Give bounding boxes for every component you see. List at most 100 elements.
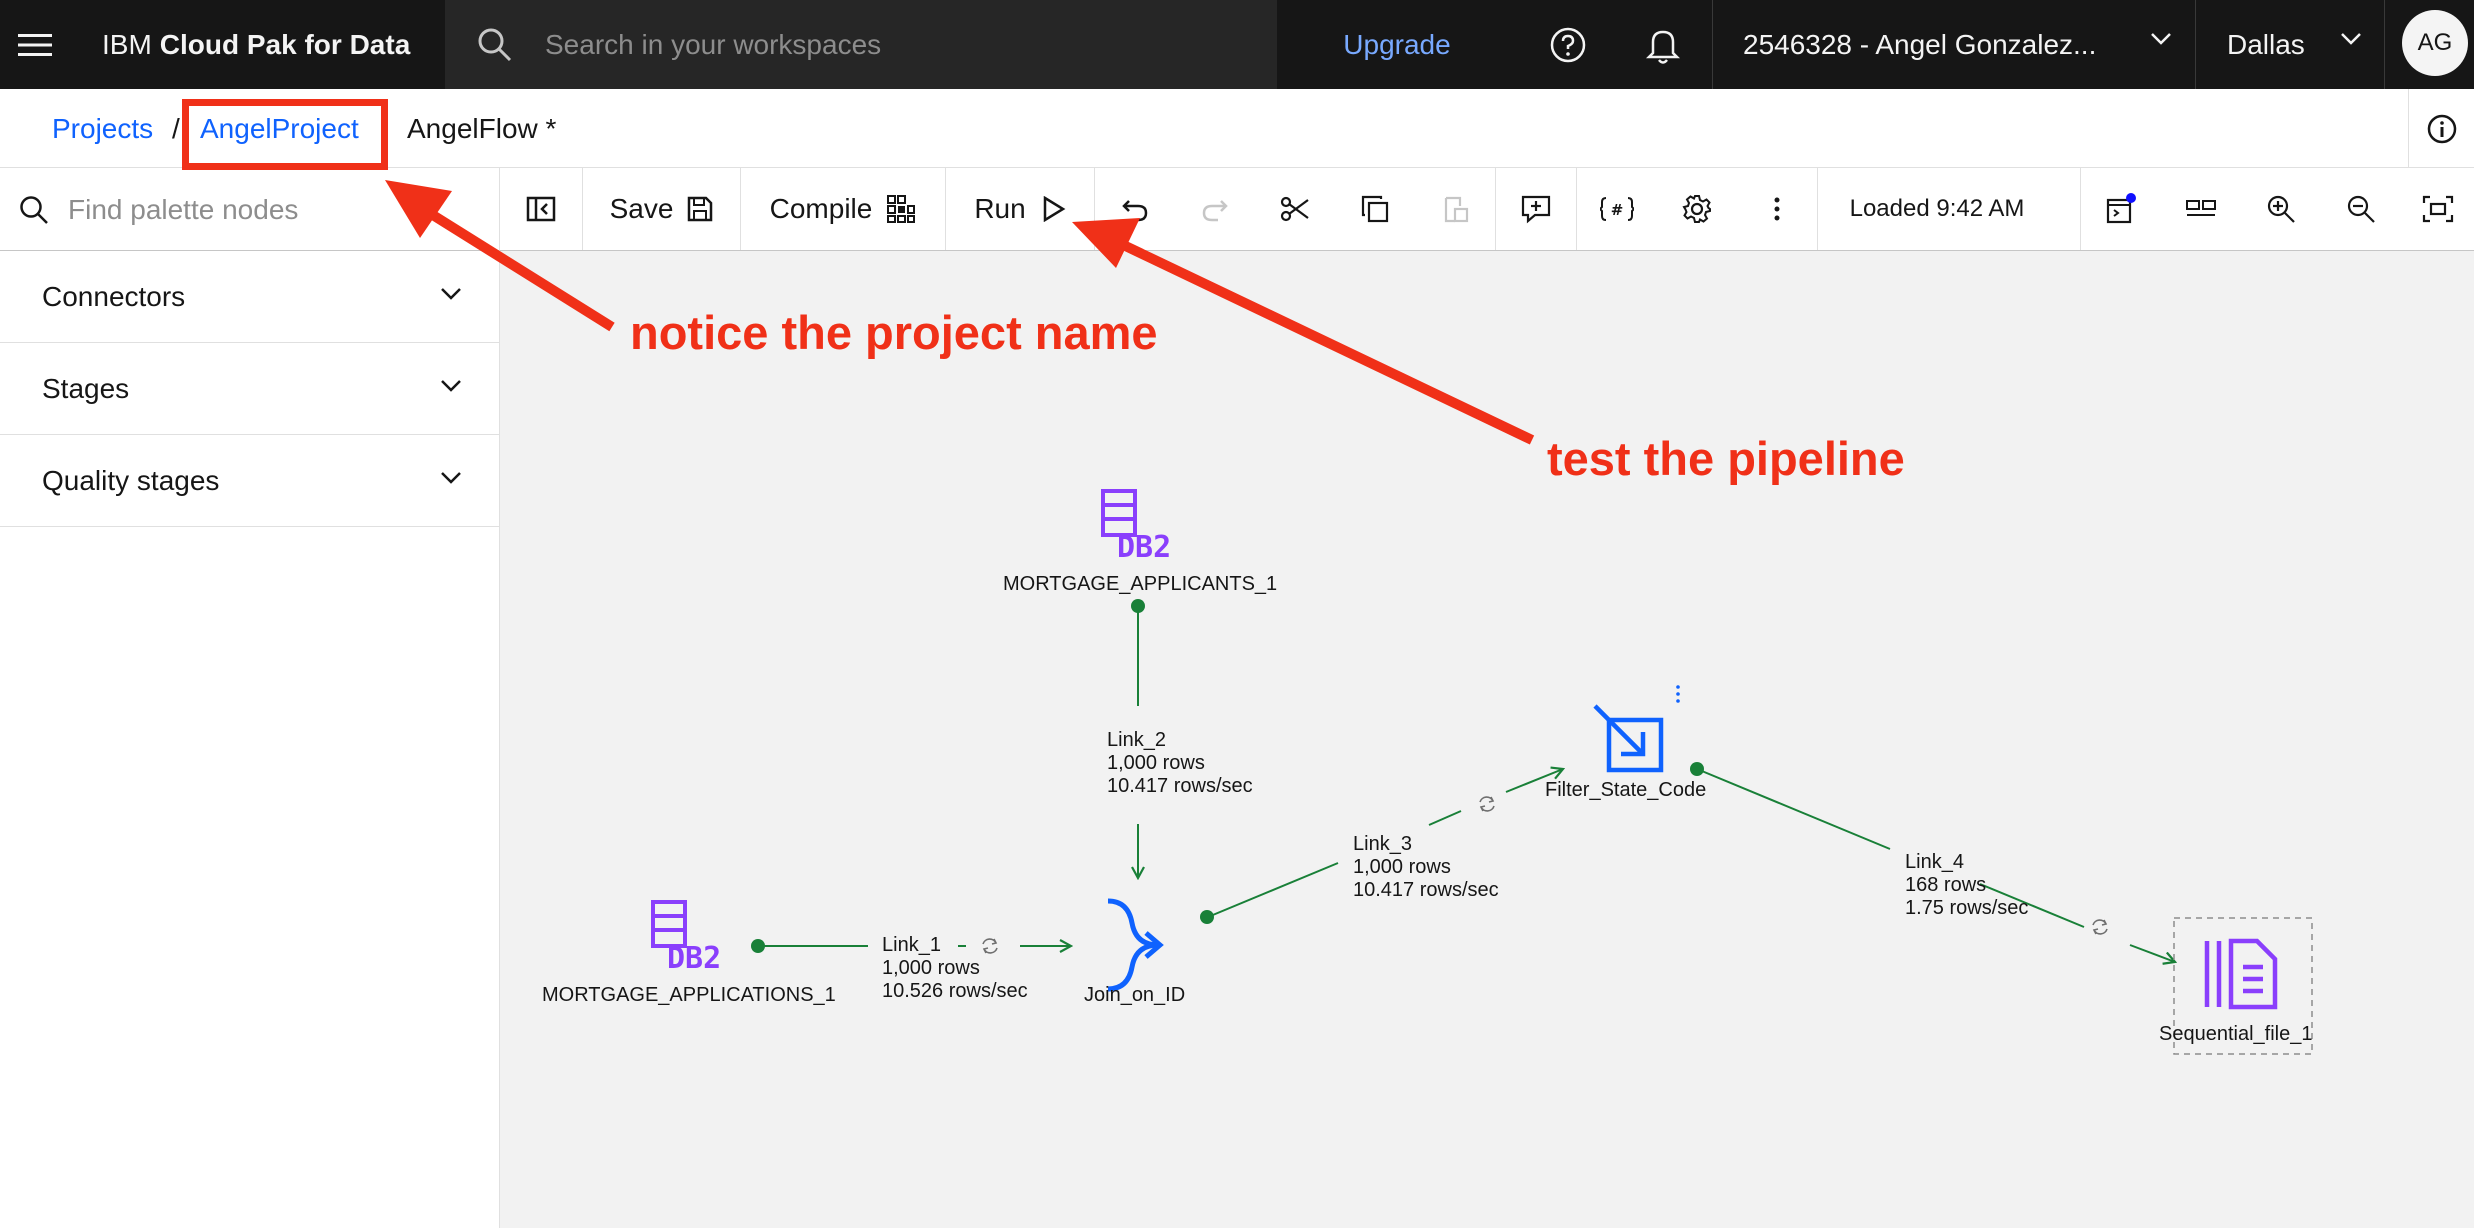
search-input[interactable]: Search in your workspaces (545, 29, 881, 61)
region-label: Dallas (2227, 28, 2305, 60)
flow-canvas[interactable]: DB2 DB2 MORTGAGE_APPLICANTS_1 MORTGAGE_A… (500, 251, 2474, 1228)
annotation-run-note: test the pipeline (1547, 432, 1905, 485)
account-switcher[interactable]: 2546328 - Angel Gonzalez... (1712, 0, 2194, 89)
run-log-icon (2106, 193, 2136, 224)
node-label-filter[interactable]: Filter_State_Code (1545, 779, 1706, 802)
svg-text:DB2: DB2 (667, 941, 721, 976)
overflow-menu-icon (1774, 197, 1780, 221)
settings-button[interactable] (1657, 168, 1737, 250)
fit-to-screen-icon (2422, 195, 2453, 223)
svg-text:#: # (1611, 201, 1624, 219)
svg-text:DB2: DB2 (1117, 530, 1171, 565)
link-rate: 10.417 rows/sec (1107, 775, 1253, 797)
copy-icon (1361, 195, 1389, 223)
palette-search-input[interactable]: Find palette nodes (68, 194, 298, 226)
link-2-port (1131, 599, 1145, 613)
cut-button[interactable] (1255, 168, 1335, 250)
db2-icon: DB2 (1101, 489, 1171, 565)
chevron-down-icon (441, 472, 461, 484)
run-label: Run (974, 193, 1026, 224)
flow-toolbar: Find palette nodes Save Compile Run # Lo… (0, 168, 2474, 251)
node-label-sequential[interactable]: Sequential_file_1 (2159, 1023, 2312, 1046)
redo-button[interactable] (1175, 168, 1255, 250)
link-3-label[interactable]: Link_3 1,000 rows 10.417 rows/sec (1353, 833, 1499, 902)
palette-section-connectors[interactable]: Connectors (0, 251, 500, 343)
collapse-palette-icon (526, 196, 556, 222)
link-rows: 1,000 rows (1353, 856, 1451, 878)
cut-icon (1280, 196, 1309, 222)
link-1-label[interactable]: Link_1 1,000 rows 10.526 rows/sec (882, 934, 1028, 1003)
link-4-port (1690, 762, 1704, 776)
palette-section-label: Quality stages (42, 464, 220, 496)
link-name: Link_4 (1905, 851, 1964, 873)
loaded-status: Loaded 9:42 AM (1849, 195, 2025, 222)
node-palette: Connectors Stages Quality stages (0, 251, 500, 1228)
region-switcher[interactable]: Dallas (2195, 0, 2385, 89)
add-comment-icon (1521, 195, 1551, 224)
redo-icon (1202, 200, 1228, 222)
flow-links: DB2 DB2 (651, 489, 2313, 1055)
paste-button[interactable] (1415, 168, 1495, 250)
node-label-applicants[interactable]: MORTGAGE_APPLICANTS_1 (1003, 573, 1277, 596)
fit-to-screen-button[interactable] (2401, 168, 2474, 250)
undo-button[interactable] (1095, 168, 1175, 250)
chevron-down-icon (2151, 33, 2171, 45)
search-icon (0, 194, 68, 226)
link-rate: 1.75 rows/sec (1905, 897, 2029, 919)
info-icon[interactable] (2408, 89, 2474, 168)
zoom-out-icon (2347, 195, 2375, 223)
link-3-port (1200, 910, 1214, 924)
zoom-out-button[interactable] (2321, 168, 2401, 250)
breadcrumb-projects[interactable]: Projects (52, 113, 153, 145)
account-label: 2546328 - Angel Gonzalez... (1743, 28, 2097, 60)
node-label-applications[interactable]: MORTGAGE_APPLICATIONS_1 (542, 984, 836, 1007)
save-icon (688, 196, 713, 222)
upgrade-link[interactable]: Upgrade (1297, 0, 1497, 89)
annotation-project-note: notice the project name (630, 306, 1158, 359)
link-rows: 1,000 rows (882, 957, 980, 979)
refresh-icon (1479, 796, 1495, 812)
collapse-palette-button[interactable] (500, 168, 582, 250)
link-3-line (1207, 862, 1339, 918)
palette-section-quality-stages[interactable]: Quality stages (0, 435, 500, 527)
menu-icon[interactable] (0, 0, 70, 89)
join-icon (1107, 898, 1164, 992)
link-rows: 1,000 rows (1107, 752, 1205, 774)
arrange-button[interactable] (2161, 168, 2241, 250)
chevron-down-icon (441, 288, 461, 300)
add-comment-button[interactable] (1496, 168, 1576, 250)
avatar[interactable]: AG (2402, 10, 2468, 76)
overflow-menu-button[interactable] (1737, 168, 1817, 250)
link-4-label[interactable]: Link_4 168 rows 1.75 rows/sec (1905, 851, 2028, 920)
undo-icon (1122, 200, 1148, 222)
palette-search[interactable]: Find palette nodes (0, 168, 500, 251)
parameters-icon: # (1600, 197, 1634, 221)
copy-button[interactable] (1335, 168, 1415, 250)
chevron-down-icon (2341, 33, 2361, 45)
node-menu-dot (1676, 685, 1680, 689)
notification-icon[interactable] (1615, 0, 1710, 89)
zoom-in-button[interactable] (2241, 168, 2321, 250)
compile-label: Compile (769, 193, 873, 224)
help-icon[interactable] (1520, 0, 1615, 89)
refresh-icon (2092, 919, 2108, 935)
palette-section-stages[interactable]: Stages (0, 343, 500, 435)
save-button[interactable]: Save (583, 168, 740, 250)
chevron-down-icon (441, 380, 461, 392)
project-name-highlight (182, 99, 388, 170)
brand-prefix: IBM (102, 28, 152, 60)
top-nav-bar: IBM Cloud Pak for Data Search in your wo… (0, 0, 2474, 89)
link-rows: 168 rows (1905, 874, 1987, 896)
link-4-arrow (2129, 944, 2175, 962)
save-label: Save (609, 193, 674, 224)
compile-button[interactable]: Compile (741, 168, 945, 250)
run-log-button[interactable] (2081, 168, 2161, 250)
node-label-join[interactable]: Join_on_ID (1084, 984, 1185, 1007)
parameters-button[interactable]: # (1577, 168, 1657, 250)
run-icon (1043, 196, 1066, 222)
workspace-search[interactable]: Search in your workspaces (445, 0, 1277, 89)
link-2-label[interactable]: Link_2 1,000 rows 10.417 rows/sec (1107, 729, 1253, 798)
link-rate: 10.526 rows/sec (882, 980, 1028, 1002)
compile-icon (887, 195, 916, 223)
run-button[interactable]: Run (946, 168, 1094, 250)
